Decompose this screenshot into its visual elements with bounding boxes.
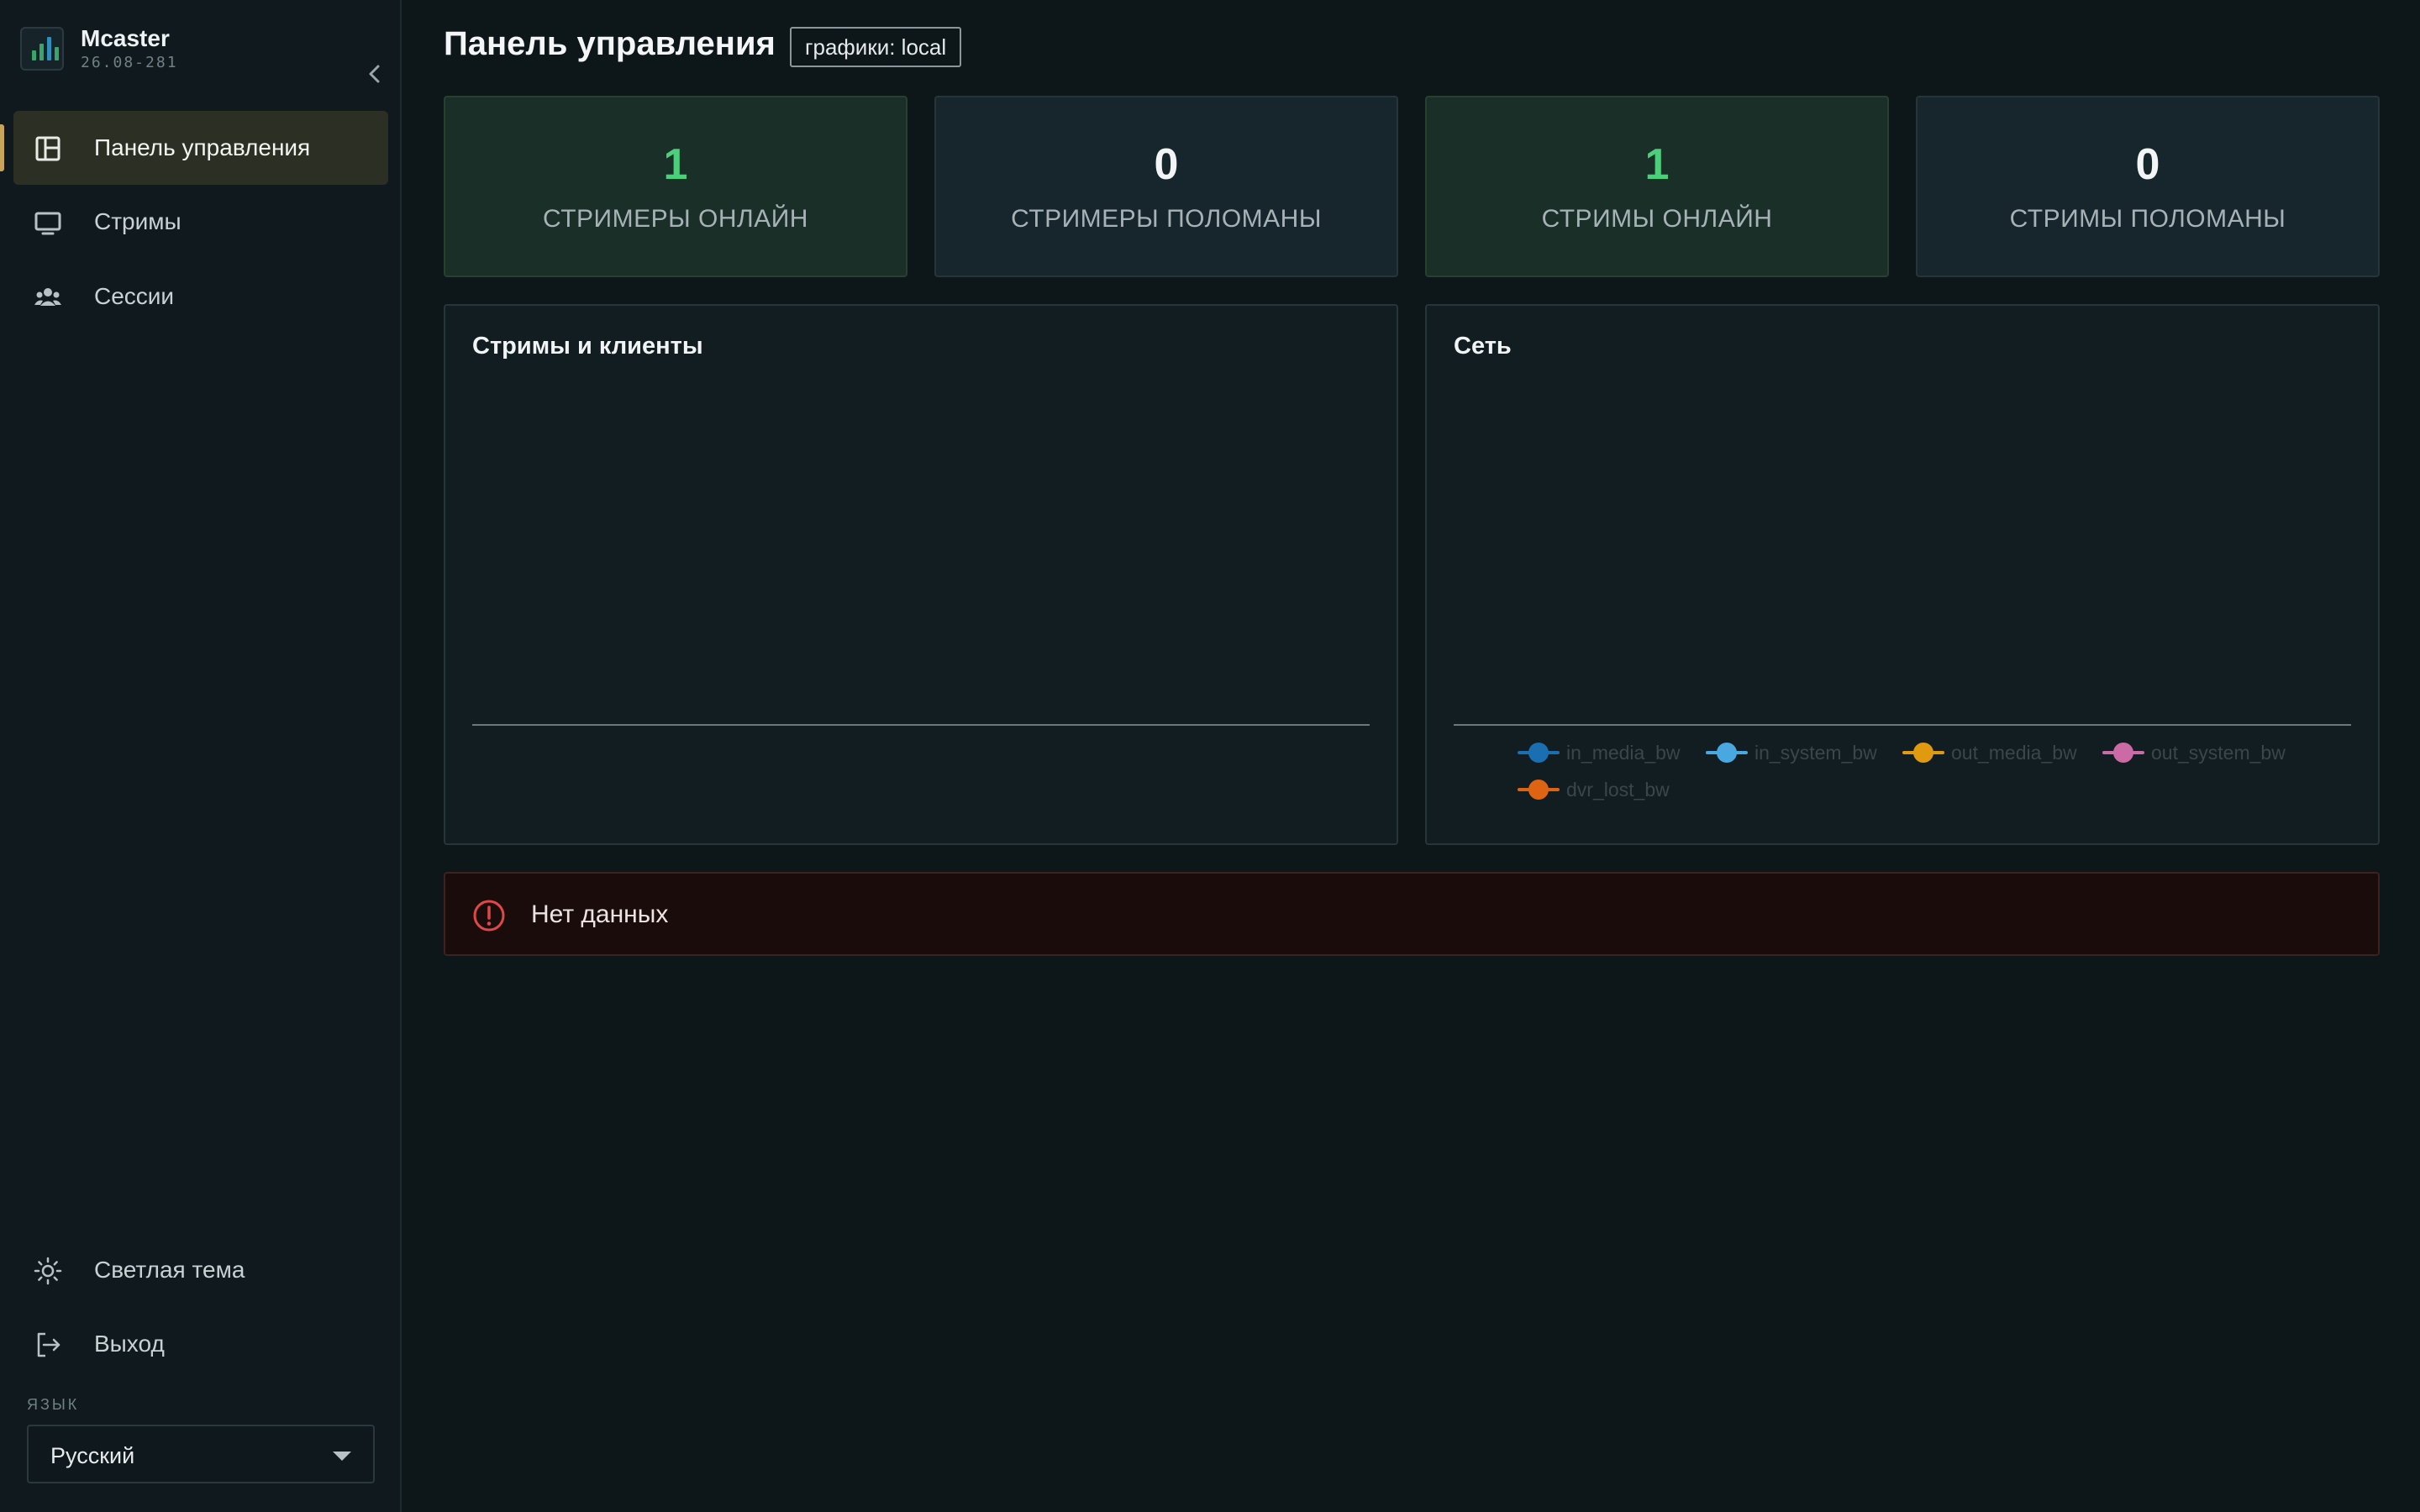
legend-marker-icon [1706,739,1748,766]
language-value: Русский [50,1443,135,1468]
logout-label: Выход [94,1331,165,1357]
legend-marker-icon [1518,739,1560,766]
stat-label: СТРИМЫ ПОЛОМАНЫ [2009,205,2286,233]
nav-item-dashboard[interactable]: Панель управления [0,111,388,185]
collapse-sidebar-button[interactable] [360,59,390,89]
chart-x-axis [1454,724,2351,726]
legend-marker-icon [2102,739,2144,766]
stat-card-streamers-broken: 0 СТРИМЕРЫ ПОЛОМАНЫ [934,96,1398,277]
legend-item-dvr-lost-bw[interactable]: dvr_lost_bw [1518,776,1670,803]
legend-label: dvr_lost_bw [1566,778,1670,801]
legend-item-in-system-bw[interactable]: in_system_bw [1706,739,1877,766]
nav-label: Панель управления [94,134,311,160]
stat-value: 1 [663,140,688,189]
app-name: Mcaster [81,25,170,51]
panel-title: Стримы и клиенты [472,333,703,360]
logout-icon [37,1332,60,1357]
stat-card-streams-online: 1 СТРИМЫ ОНЛАЙН [1425,96,1889,277]
language-label: ЯЗЫК [27,1396,80,1413]
nav-item-sessions[interactable]: Сессии [13,260,388,333]
stat-value: 0 [1154,140,1179,189]
legend-label: in_system_bw [1754,741,1877,764]
panel-title: Сеть [1454,333,1512,360]
legend-item-out-system-bw[interactable]: out_system_bw [2102,739,2286,766]
page-title: Панель управления [444,25,776,62]
streams-clients-chart-panel: Стримы и клиенты [444,304,1398,845]
stat-label: СТРИМЕРЫ ОНЛАЙН [543,205,808,233]
legend-item-out-media-bw[interactable]: out_media_bw [1902,739,2077,766]
sun-icon [34,1257,62,1285]
stat-label: СТРИМЫ ОНЛАЙН [1541,205,1773,233]
stat-label: СТРИМЕРЫ ПОЛОМАНЫ [1011,205,1322,233]
stat-card-streamers-online: 1 СТРИМЕРЫ ОНЛАЙН [444,96,908,277]
sidebar: Mcaster 26.08-281 Панель управления Стри… [0,0,402,1512]
theme-toggle-label: Светлая тема [94,1257,245,1283]
nav-item-streams[interactable]: Стримы [13,185,388,259]
app: Mcaster 26.08-281 Панель управления Стри… [0,0,2420,1512]
charts-mode-badge: графики: local [790,27,962,67]
stat-value: 1 [1644,140,1670,189]
app-version: 26.08-281 [81,54,178,71]
legend-label: out_system_bw [2151,741,2286,764]
logo-icon [20,27,64,71]
nav-label: Стримы [94,208,182,234]
legend-marker-icon [1902,739,1944,766]
no-data-alert: Нет данных [444,872,2380,956]
stat-value: 0 [2135,140,2160,189]
stat-card-streams-broken: 0 СТРИМЫ ПОЛОМАНЫ [1916,96,2380,277]
chevron-left-icon [369,65,380,83]
legend-label: out_media_bw [1951,741,2077,764]
chart-x-axis [472,724,1370,726]
alert-circle-icon [473,900,505,932]
alert-text: Нет данных [531,900,669,928]
legend-marker-icon [1518,776,1560,803]
legend-item-in-media-bw[interactable]: in_media_bw [1518,739,1681,766]
dashboard-icon [35,136,60,161]
language-select[interactable]: Русский [27,1425,375,1483]
caret-down-icon [333,1452,351,1461]
logout-button[interactable]: Выход [13,1307,388,1381]
brand: Mcaster 26.08-281 [20,25,380,83]
monitor-icon [34,212,61,235]
network-chart-panel: Сеть in_media_bw in_system_bw out_media_… [1425,304,2380,845]
users-icon [34,288,61,306]
theme-toggle[interactable]: Светлая тема [13,1233,388,1307]
nav-label: Сессии [94,283,175,309]
legend-label: in_media_bw [1566,741,1681,764]
